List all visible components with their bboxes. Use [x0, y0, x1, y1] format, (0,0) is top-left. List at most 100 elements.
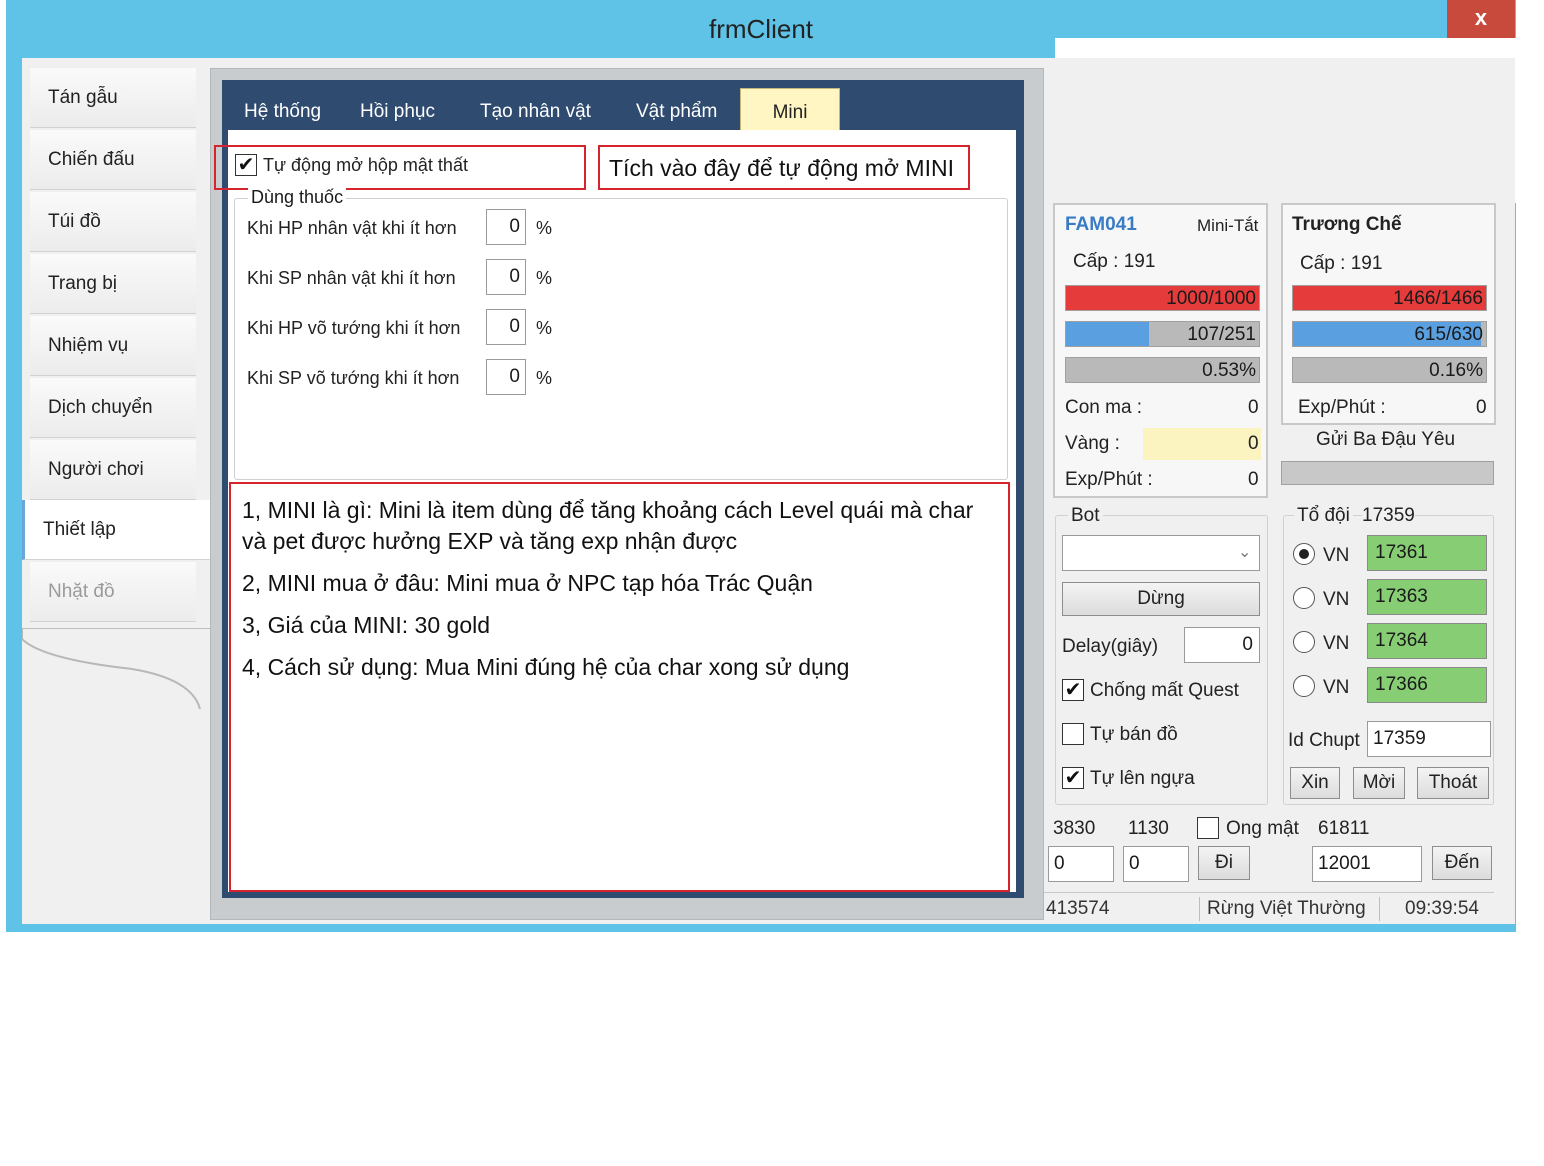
potion-row-input[interactable]: 0 — [486, 259, 526, 295]
team-id: 17359 — [1362, 505, 1415, 527]
char2-sp-text: 615/630 — [1414, 324, 1483, 345]
nav-item-nhiem-vu[interactable]: Nhiệm vụ — [30, 316, 196, 376]
char1-exp-bar: 0.53% — [1065, 357, 1260, 383]
team-member-id[interactable]: 17366 — [1367, 667, 1487, 703]
mini-info-text: 1, MINI là gì: Mini là item dùng để tăng… — [242, 495, 1002, 694]
close-button[interactable]: x — [1447, 0, 1515, 38]
char1-name: FAM041 — [1065, 214, 1137, 235]
auto-open-label: Tự động mở hộp mật thất — [263, 155, 468, 175]
info-line: 2, MINI mua ở đâu: Mini mua ở NPC tạp hó… — [242, 570, 813, 596]
nav-item-thiet-lap[interactable]: Thiết lập — [22, 500, 212, 560]
char1-hp-text: 1000/1000 — [1166, 288, 1256, 309]
char2-name: Trương Chế — [1292, 214, 1402, 235]
team-member-label: VN — [1323, 677, 1350, 698]
tu-len-ngua-label: Tự lên ngựa — [1090, 768, 1195, 789]
char1-sp-text: 107/251 — [1187, 324, 1256, 345]
team-moi-button[interactable]: Mời — [1353, 767, 1405, 799]
auto-open-checkbox[interactable]: ✔ — [235, 154, 257, 176]
potion-row-label: Khi HP võ tướng khi ít hơn — [247, 318, 461, 338]
potion-row-input[interactable]: 0 — [486, 209, 526, 245]
team-member-radio[interactable] — [1293, 631, 1315, 653]
team-member-id[interactable]: 17361 — [1367, 535, 1487, 571]
nav-item-dich-chuyen[interactable]: Dịch chuyển — [30, 378, 196, 438]
nav-tail-decoration — [22, 628, 222, 709]
char1-con-ma-value: 0 — [1248, 397, 1259, 418]
char1-exp-fill — [1066, 358, 1068, 382]
potion-row-input[interactable]: 0 — [486, 359, 526, 395]
status-time: 09:39:54 — [1405, 898, 1479, 919]
char1-exp-phut-value: 0 — [1248, 469, 1259, 490]
team-xin-button[interactable]: Xin — [1290, 767, 1340, 799]
info-line: 1, MINI là gì: Mini là item dùng để tăng… — [242, 497, 974, 523]
tab-mini[interactable]: Mini — [740, 88, 840, 132]
nav-item-chien-dau[interactable]: Chiến đấu — [30, 130, 196, 190]
char1-hp-bar: 1000/1000 — [1065, 285, 1260, 311]
team-member-radio[interactable] — [1293, 675, 1315, 697]
status-separator — [1199, 897, 1200, 921]
potion-row-label: Khi SP võ tướng khi ít hơn — [247, 368, 460, 388]
den-button[interactable]: Đến — [1432, 846, 1492, 880]
char2-gift-bar — [1281, 461, 1494, 485]
char2-gift-label: Gửi Ba Đậu Yêu — [1316, 429, 1456, 450]
nav-item-nguoi-choi[interactable]: Người chơi — [30, 440, 196, 500]
char2-sp-bar: 615/630 — [1292, 321, 1487, 347]
char1-exp-text: 0.53% — [1202, 360, 1256, 381]
nav-item-trang-bi[interactable]: Trang bị — [30, 254, 196, 314]
percent-label: % — [536, 368, 553, 388]
char1-con-ma-label: Con ma : — [1065, 397, 1143, 418]
char2-exp-bar: 0.16% — [1292, 357, 1487, 383]
side-nav: Tán gẫu Chiến đấu Túi đồ Trang bị Nhiệm … — [22, 68, 222, 924]
id-chupt-label: Id Chupt — [1288, 730, 1360, 751]
nav-item-nhat-do[interactable]: Nhặt đồ — [30, 562, 196, 622]
tu-ban-do-label: Tự bán đồ — [1090, 724, 1178, 745]
status-separator — [1379, 897, 1380, 921]
delay-input[interactable]: 0 — [1184, 627, 1260, 663]
team-member-label: VN — [1323, 545, 1350, 566]
tu-ban-do-checkbox[interactable] — [1062, 723, 1084, 745]
bot-select[interactable] — [1062, 535, 1260, 571]
char1-mini-status[interactable]: Mini-Tắt — [1197, 216, 1258, 236]
potion-row-label: Khi SP nhân vật khi ít hơn — [247, 268, 456, 288]
team-thoat-button[interactable]: Thoát — [1417, 767, 1489, 799]
char1-exp-phut-label: Exp/Phút : — [1065, 469, 1153, 490]
tab-vat-pham[interactable]: Vật phẩm — [630, 88, 723, 132]
info-line: và pet được hưởng EXP và tăng exp nhận đ… — [242, 528, 738, 554]
team-member-radio[interactable] — [1293, 543, 1315, 565]
team-member-id[interactable]: 17363 — [1367, 579, 1487, 615]
team-member-radio[interactable] — [1293, 587, 1315, 609]
tu-len-ngua-checkbox[interactable]: ✔ — [1062, 767, 1084, 789]
percent-label: % — [536, 268, 553, 288]
char2-exp-phut-value: 0 — [1476, 397, 1487, 418]
status-location: Rừng Việt Thường — [1207, 898, 1366, 919]
chong-mat-quest-label: Chống mất Quest — [1090, 680, 1239, 701]
nav-item-tan-gau[interactable]: Tán gẫu — [30, 68, 196, 128]
go-button[interactable]: Đi — [1198, 846, 1250, 880]
char2-hp-bar: 1466/1466 — [1292, 285, 1487, 311]
bot-stop-button[interactable]: Dừng — [1062, 582, 1260, 616]
coord-x-input[interactable]: 0 — [1048, 846, 1114, 882]
coord-y-input[interactable]: 0 — [1123, 846, 1189, 882]
char1-vang-value: 0 — [1248, 433, 1259, 454]
info-line: 4, Cách sử dụng: Mua Mini đúng hệ của ch… — [242, 654, 850, 680]
tab-tao-nhan-vat[interactable]: Tạo nhân vật — [474, 88, 597, 132]
potion-row-input[interactable]: 0 — [486, 309, 526, 345]
nav-item-tui-do[interactable]: Túi đồ — [30, 192, 196, 252]
char1-level: Cấp : 191 — [1073, 251, 1156, 272]
status-bar: 413574 Rừng Việt Thường 09:39:54 — [1044, 892, 1494, 924]
tab-hoi-phuc[interactable]: Hồi phục — [354, 88, 441, 132]
coord-y: 1130 — [1128, 818, 1169, 839]
chong-mat-quest-checkbox[interactable]: ✔ — [1062, 679, 1084, 701]
chevron-down-icon: ⌄ — [1238, 544, 1252, 561]
ong-mat-checkbox[interactable] — [1197, 817, 1219, 839]
character-card-2 — [1281, 203, 1496, 425]
bot-group-title: Bot — [1068, 505, 1103, 527]
potion-group — [234, 198, 1008, 480]
id-chupt-input[interactable]: 17359 — [1367, 721, 1491, 757]
team-member-id[interactable]: 17364 — [1367, 623, 1487, 659]
char2-exp-phut-label: Exp/Phút : — [1298, 397, 1386, 418]
ong-mat-label: Ong mật — [1226, 818, 1299, 839]
tab-he-thong[interactable]: Hệ thống — [238, 88, 327, 132]
destination-input[interactable]: 12001 — [1312, 846, 1422, 882]
char1-sp-bar: 107/251 — [1065, 321, 1260, 347]
info-line: 3, Giá của MINI: 30 gold — [242, 612, 491, 638]
